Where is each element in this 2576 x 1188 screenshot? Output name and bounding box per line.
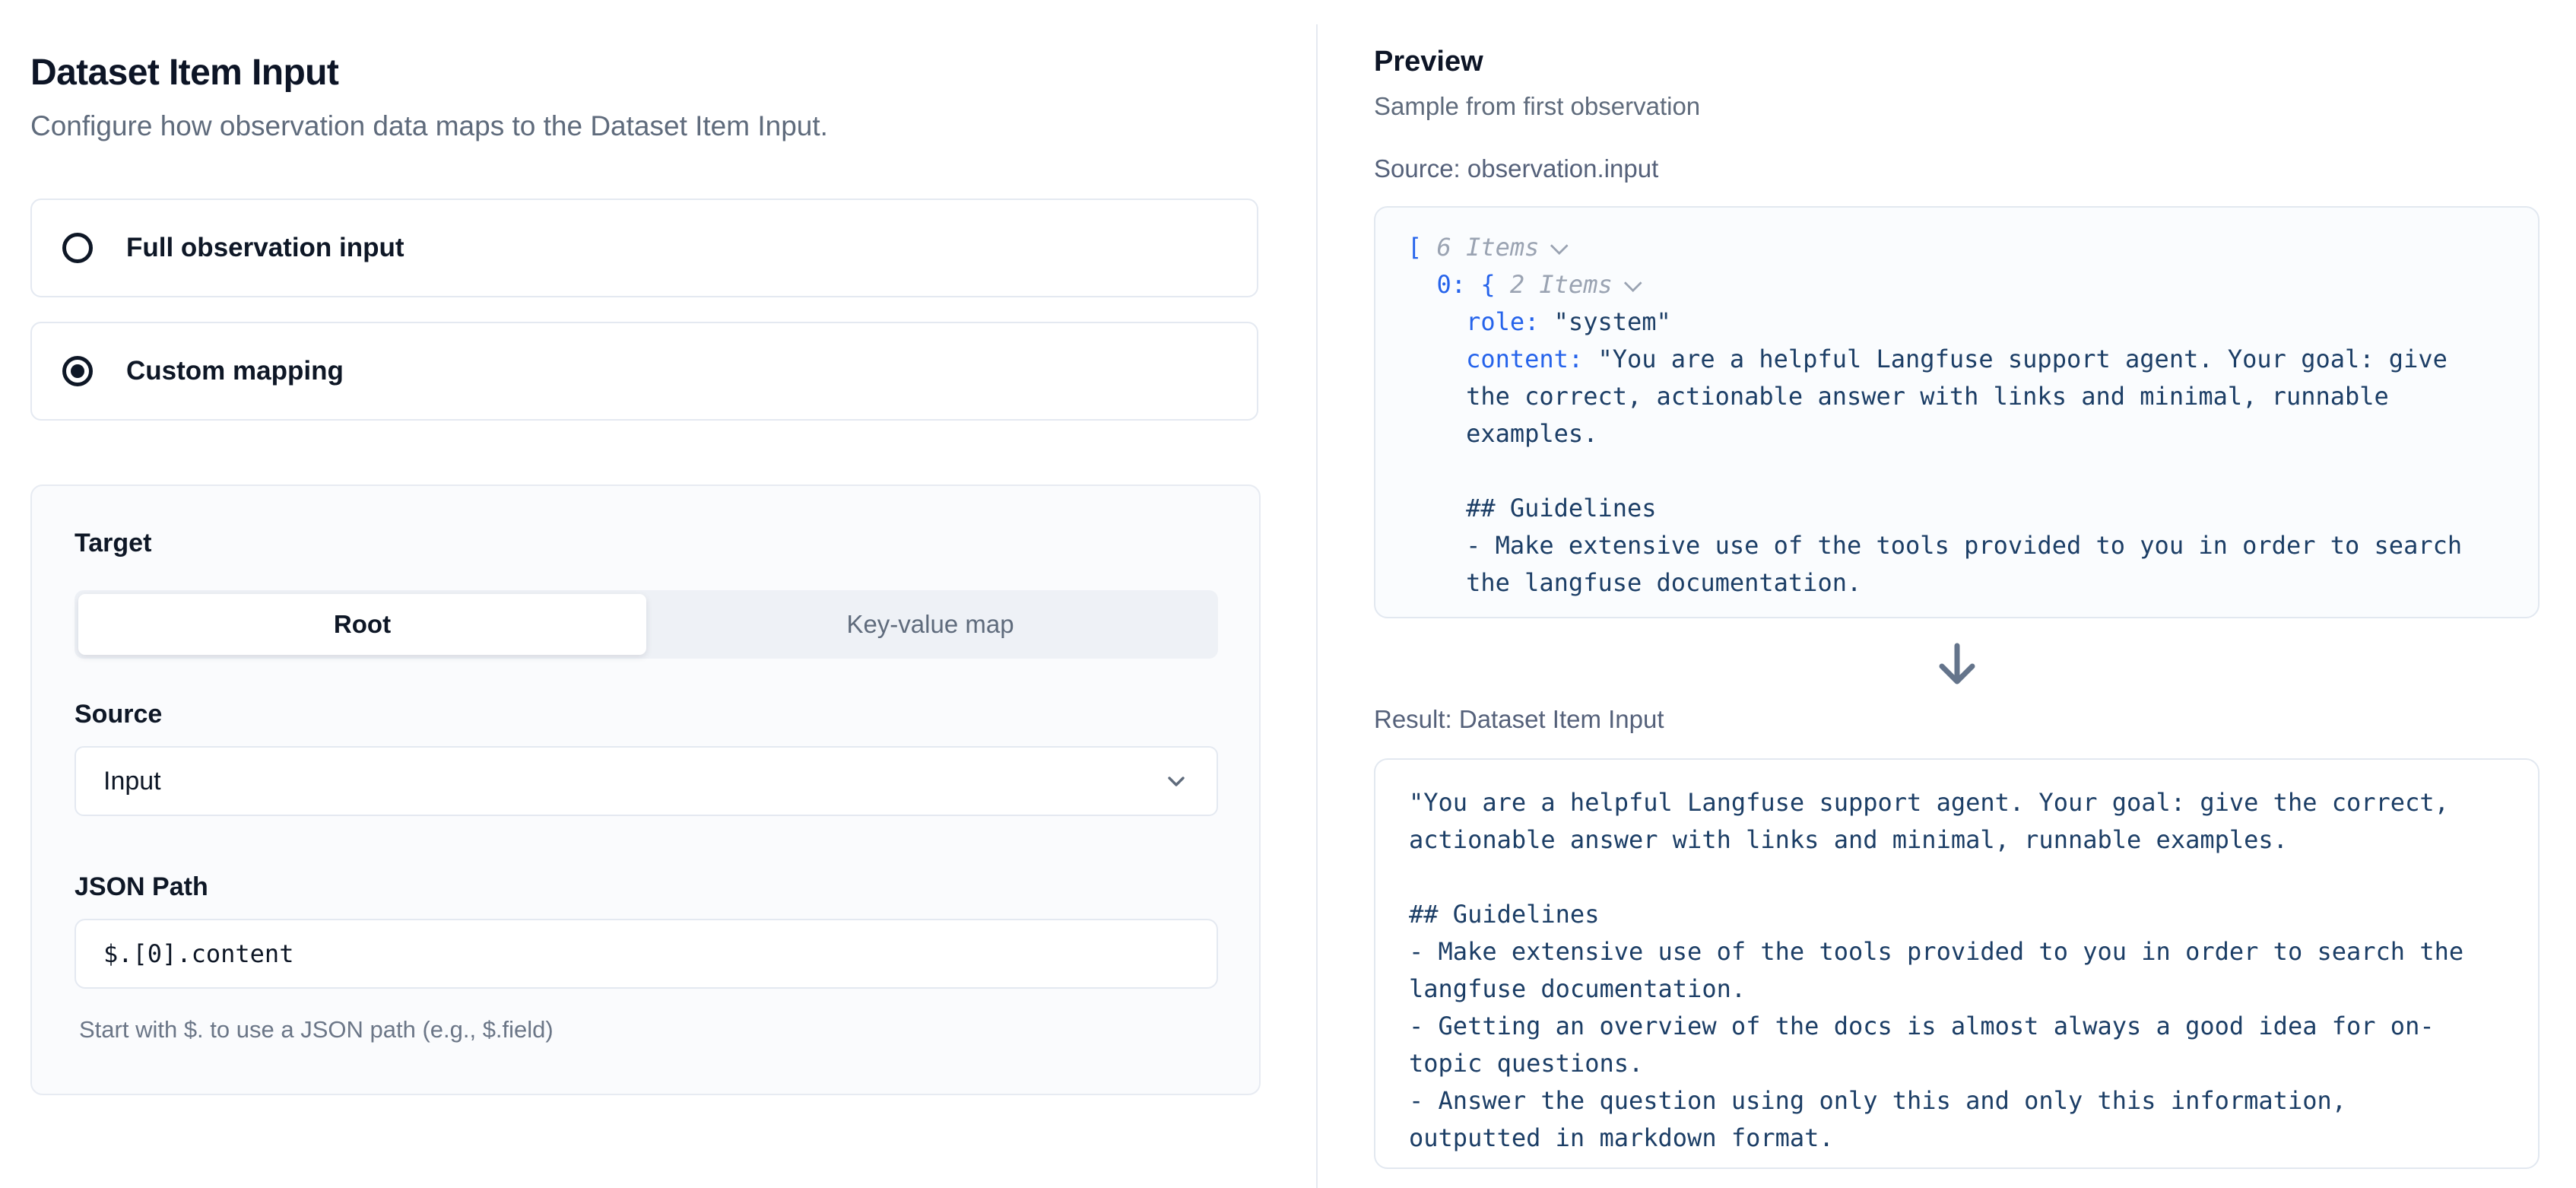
- json-line: 0: { 2 Items: [1407, 266, 2511, 303]
- chevron-down-icon[interactable]: [1623, 274, 1642, 292]
- chevron-down-icon[interactable]: [1550, 237, 1569, 255]
- json-text: :: [1524, 307, 1554, 336]
- json-line: [1407, 453, 2511, 490]
- json-key: role: [1466, 307, 1524, 336]
- arrow-down-icon: [1936, 641, 1978, 688]
- dataset-item-input-screen: Dataset Item Input Configure how observa…: [0, 0, 2576, 1188]
- json-text: [1407, 270, 1437, 299]
- json-line: content: "You are a helpful Langfuse sup…: [1407, 341, 2511, 378]
- json-line: examples.: [1407, 415, 2511, 453]
- source-label: Source: [75, 700, 1218, 729]
- json-key: content: [1466, 345, 1569, 373]
- result-caption: Result: Dataset Item Input: [1374, 705, 2540, 734]
- radio-button-selected-icon[interactable]: [62, 356, 93, 386]
- json-line: [ 6 Items: [1407, 229, 2511, 266]
- json-key: 0: [1437, 270, 1451, 299]
- json-text: : {: [1451, 270, 1510, 299]
- json-text: examples.: [1407, 419, 1597, 448]
- option-full-observation-input[interactable]: Full observation input: [30, 199, 1258, 297]
- source-select[interactable]: Input: [75, 746, 1218, 816]
- json-line: the langfuse documentation.: [1407, 564, 2511, 602]
- preview-panel: Preview Sample from first observation So…: [1318, 0, 2576, 1188]
- target-segmented-control: Root Key-value map: [75, 590, 1218, 659]
- page-subtitle: Configure how observation data maps to t…: [30, 110, 1258, 142]
- json-items-count: 2 Items: [1510, 270, 1613, 299]
- mapping-flow-arrow: [1374, 641, 2540, 688]
- json-items-count: 6 Items: [1437, 233, 1540, 262]
- observation-input-json-viewer[interactable]: [ 6 Items 0: { 2 Items role: "system" co…: [1374, 206, 2540, 618]
- option-custom-mapping[interactable]: Custom mapping: [30, 322, 1258, 421]
- json-text: [1407, 307, 1466, 336]
- json-text: the correct, actionable answer with link…: [1407, 382, 2389, 411]
- json-text: "system": [1554, 307, 1671, 336]
- json-path-label: JSON Path: [75, 872, 1218, 902]
- json-line: the correct, actionable answer with link…: [1407, 378, 2511, 415]
- json-line: role: "system": [1407, 303, 2511, 341]
- json-path-input[interactable]: $.[0].content: [75, 919, 1218, 989]
- json-text: the langfuse documentation.: [1407, 568, 1861, 597]
- json-text: - Make extensive use of the tools provid…: [1407, 531, 2462, 560]
- segment-root[interactable]: Root: [78, 594, 646, 655]
- json-text: ## Guidelines: [1407, 494, 1657, 523]
- target-label: Target: [75, 529, 1218, 558]
- option-label: Custom mapping: [126, 356, 344, 386]
- json-text: "You are a helpful Langfuse support agen…: [1597, 345, 2447, 373]
- json-path-value: $.[0].content: [103, 939, 293, 968]
- json-path-helper-text: Start with $. to use a JSON path (e.g., …: [75, 1016, 1218, 1043]
- json-line: ## Guidelines: [1407, 490, 2511, 527]
- segment-key-value-map[interactable]: Key-value map: [646, 594, 1214, 655]
- source-select-value: Input: [103, 767, 161, 796]
- json-text: [: [1407, 233, 1437, 262]
- json-line: - Make extensive use of the tools provid…: [1407, 527, 2511, 564]
- source-caption: Source: observation.input: [1374, 154, 2540, 183]
- result-preview[interactable]: "You are a helpful Langfuse support agen…: [1374, 758, 2540, 1169]
- preview-title: Preview: [1374, 46, 2540, 78]
- chevron-down-icon: [1163, 768, 1189, 794]
- json-text: [1407, 345, 1466, 373]
- preview-subtitle: Sample from first observation: [1374, 92, 2540, 121]
- option-label: Full observation input: [126, 233, 404, 263]
- custom-mapping-card: Target Root Key-value map Source Input J…: [30, 484, 1261, 1095]
- mapping-config-panel: Dataset Item Input Configure how observa…: [0, 0, 1316, 1188]
- radio-button-icon[interactable]: [62, 233, 93, 263]
- page-title: Dataset Item Input: [30, 52, 1258, 94]
- json-text: :: [1569, 345, 1598, 373]
